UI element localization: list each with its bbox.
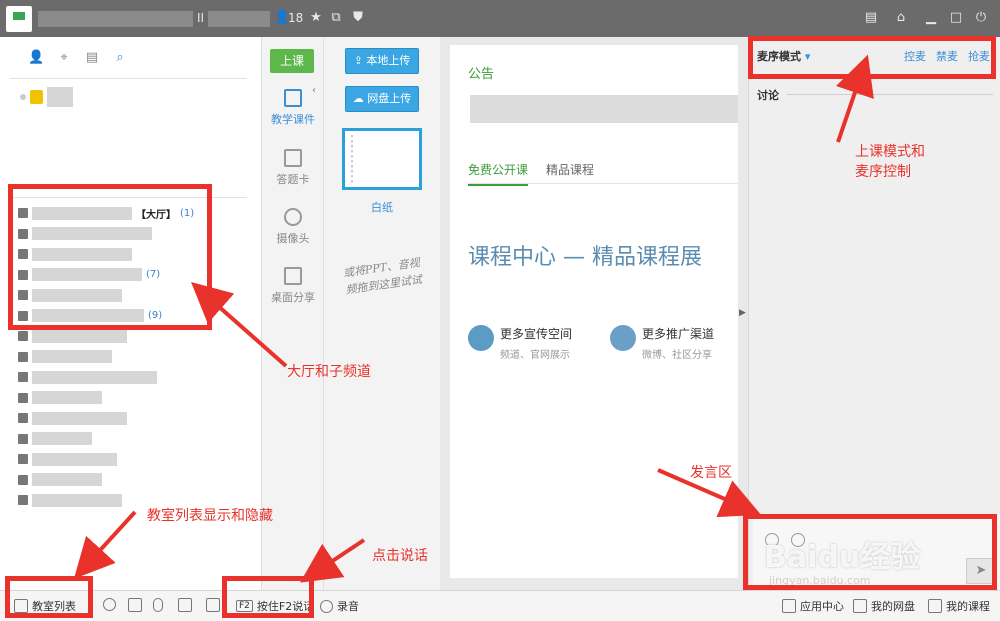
arrow-mode (836, 54, 874, 143)
arrow-talk (300, 538, 366, 583)
annotation-arrows (73, 54, 874, 583)
arrow-list (73, 510, 137, 579)
arrow-channels (191, 282, 288, 368)
arrow-speak (657, 468, 762, 518)
